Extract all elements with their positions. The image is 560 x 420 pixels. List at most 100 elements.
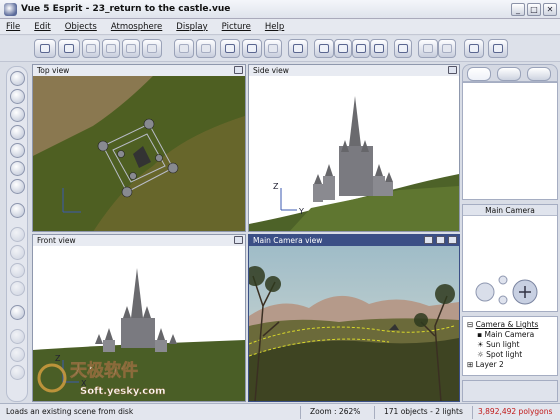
menu-atmosphere[interactable]: Atmosphere [111, 22, 162, 32]
front-view-viewport[interactable]: Front view Z X [32, 234, 246, 402]
tab-aspect-icon[interactable] [497, 67, 521, 81]
side-view-render: Z Y [249, 76, 459, 231]
import-object-icon[interactable] [10, 203, 25, 218]
open-scene-button[interactable] [58, 39, 80, 58]
front-axis-z: Z [55, 354, 61, 363]
viewport-label: Top view [33, 65, 245, 76]
sphere-tool-icon[interactable] [10, 89, 25, 104]
torus-tool-icon[interactable] [10, 227, 25, 242]
plant-tool-icon[interactable] [10, 143, 25, 158]
tree-item-spot-light[interactable]: ☼ Spot light [467, 350, 557, 360]
zoom-out-button[interactable] [370, 39, 388, 58]
side-axis-z: Z [273, 182, 279, 191]
layout-alt-button[interactable] [438, 39, 456, 58]
library-button[interactable] [464, 39, 484, 58]
camera-view-label: Main Camera view [253, 236, 323, 245]
minimize-button[interactable]: _ [511, 3, 525, 16]
tree-label: Sun light [486, 340, 520, 349]
tree-item-layer-2[interactable]: ⊞ Layer 2 [467, 360, 557, 370]
status-polygons: 3,892,492 polygons [478, 407, 553, 416]
menu-file[interactable]: File [6, 22, 20, 32]
zoom-fit-button[interactable] [352, 39, 370, 58]
tree-item-camera-lights[interactable]: ⊟ Camera & Lights [467, 320, 557, 330]
zoom-region-button[interactable] [334, 39, 352, 58]
viewport-menu-icon[interactable] [448, 66, 457, 74]
panel-tabs [462, 64, 558, 82]
rock-tool-icon[interactable] [10, 161, 25, 176]
undo-button[interactable] [174, 39, 194, 58]
side-view-label: Side view [253, 66, 289, 75]
viewport-menu-icon[interactable] [234, 236, 243, 244]
status-objects: 171 objects - 2 lights [384, 407, 463, 416]
cylinder-tool-icon[interactable] [10, 107, 25, 122]
menu-help[interactable]: Help [265, 22, 284, 32]
cone-tool-icon[interactable] [10, 281, 25, 296]
camera-render [249, 246, 459, 401]
main-camera-viewport[interactable]: Main Camera view [248, 234, 460, 402]
menu-bar: File Edit Objects Atmosphere Display Pic… [0, 19, 560, 35]
tab-object-properties-icon[interactable] [467, 67, 491, 81]
pyramid-tool-icon[interactable] [10, 263, 25, 278]
front-view-render: Z X [33, 246, 245, 401]
tab-animation-icon[interactable] [527, 67, 551, 81]
tree-item-main-camera[interactable]: ▪ Main Camera [467, 330, 557, 340]
top-view-viewport[interactable]: Top view [32, 64, 246, 232]
tree-label: Camera & Lights [475, 320, 539, 329]
side-axis-y: Y [298, 207, 304, 216]
top-view-label: Top view [37, 66, 70, 75]
window-controls: _ □ ✕ [511, 3, 557, 16]
render-preview-icon[interactable] [424, 236, 433, 244]
paste-button[interactable] [142, 39, 162, 58]
viewport-label: Front view [33, 235, 245, 246]
status-zoom: Zoom : 262% [310, 407, 361, 416]
maximize-button[interactable]: □ [527, 3, 541, 16]
viewport-label: Side view [249, 65, 459, 76]
viewport-menu-icon[interactable] [448, 236, 457, 244]
status-bar: Loads an existing scene from disk Zoom :… [0, 403, 560, 420]
close-button[interactable]: ✕ [543, 3, 557, 16]
menu-picture[interactable]: Picture [222, 22, 251, 32]
cube-tool-icon[interactable] [10, 245, 25, 260]
save-button[interactable] [82, 39, 100, 58]
render-area-button[interactable] [242, 39, 262, 58]
front-view-label: Front view [37, 236, 76, 245]
menu-edit[interactable]: Edit [34, 22, 50, 32]
render-button[interactable] [220, 39, 240, 58]
camera-pan-icon [475, 282, 495, 302]
menu-display[interactable]: Display [176, 22, 207, 32]
viewport-menu-icon[interactable] [234, 66, 243, 74]
new-scene-button[interactable] [34, 39, 56, 58]
terrain-tool-icon[interactable] [10, 71, 25, 86]
tree-item-sun-light[interactable]: ☀ Sun light [467, 340, 557, 350]
plane-tool-icon[interactable] [10, 125, 25, 140]
menu-objects[interactable]: Objects [65, 22, 97, 32]
group-tool-icon[interactable] [10, 329, 25, 344]
light-tool-icon[interactable] [10, 305, 25, 320]
redo-button[interactable] [196, 39, 216, 58]
camera-pane-title: Main Camera [463, 205, 557, 216]
zoom-in-button[interactable] [314, 39, 334, 58]
tree-label: Main Camera [484, 330, 535, 339]
tree-label: Spot light [486, 350, 523, 359]
single-view-button[interactable] [394, 39, 412, 58]
layout-button[interactable] [418, 39, 438, 58]
cloud-button[interactable] [488, 39, 508, 58]
right-panel: Main Camera ⊟ Camera & Lights ▪ Main Cam… [462, 64, 558, 404]
front-axis-x: X [81, 379, 87, 388]
copy-button[interactable] [122, 39, 140, 58]
world-browser: ⊟ Camera & Lights ▪ Main Camera ☀ Sun li… [462, 316, 558, 376]
metablob-tool-icon[interactable] [10, 365, 25, 380]
side-view-viewport[interactable]: Side view Z Y [248, 64, 460, 232]
boolean-tool-icon[interactable] [10, 347, 25, 362]
browser-controls [462, 380, 558, 402]
status-message: Loads an existing scene from disk [6, 407, 134, 416]
save-as-button[interactable] [102, 39, 120, 58]
object-tool-palette [6, 66, 28, 402]
options-button[interactable] [264, 39, 282, 58]
water-tool-icon[interactable] [10, 179, 25, 194]
camera-options-icon[interactable] [436, 236, 445, 244]
title-bar: Vue 5 Esprit - 23_return to the castle.v… [0, 0, 560, 19]
object-properties-pane [462, 82, 558, 200]
app-icon[interactable] [4, 2, 17, 16]
camera-button[interactable] [288, 39, 308, 58]
